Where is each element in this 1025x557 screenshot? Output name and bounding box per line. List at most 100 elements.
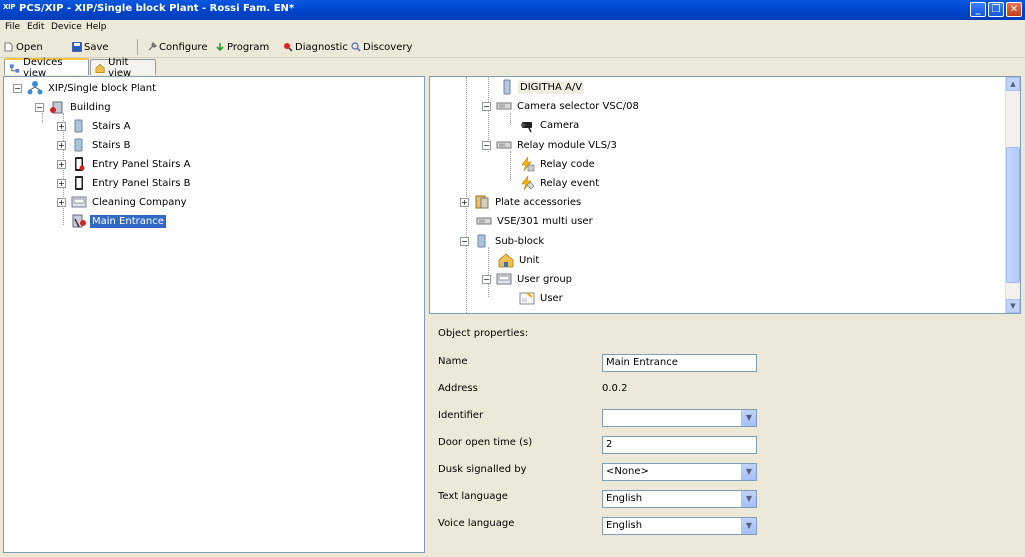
chevron-down-icon[interactable]: ▼ (741, 464, 756, 480)
tree-node-main-entrance[interactable]: Main Entrance (71, 212, 166, 230)
close-button[interactable]: ✕ (1006, 2, 1022, 17)
tree-label-digitha: DIGITHA A/V (518, 80, 585, 94)
address-value: 0.0.2 (602, 383, 628, 394)
view-tabs: Devices view Unit view (0, 57, 1025, 79)
voice-language-select[interactable]: English ▼ (602, 517, 757, 535)
tree-node-plate-accessories[interactable]: + Plate accessories (460, 193, 583, 211)
dusk-signalled-select[interactable]: <None> ▼ (602, 463, 757, 481)
diagnostic-button[interactable]: Diagnostic (283, 40, 348, 54)
tree-label-vse: VSE/301 multi user (497, 215, 593, 227)
tree-node-cleaning-company[interactable]: + Cleaning Company (57, 193, 189, 211)
tab-unit-view[interactable]: Unit view (90, 57, 156, 79)
menu-file[interactable]: File (5, 22, 20, 32)
devices-view-icon (9, 63, 20, 73)
plate-accessories-icon (475, 195, 489, 209)
menu-edit[interactable]: Edit (27, 22, 44, 32)
tree-node-user-group[interactable]: − User group (482, 270, 574, 288)
expand-toggle[interactable]: + (57, 140, 66, 150)
tree-node-stairs-b[interactable]: + Stairs B (57, 136, 133, 154)
component-tree-panel: DIGITHA A/V − Camera selector VSC/08 Cam… (429, 76, 1021, 314)
address-label: Address (438, 383, 478, 394)
scroll-thumb[interactable] (1006, 147, 1020, 283)
vse-module-icon (476, 217, 492, 225)
program-button[interactable]: Program (215, 40, 269, 54)
collapse-toggle[interactable]: − (482, 140, 491, 150)
status-bar (0, 553, 1025, 557)
open-button[interactable]: Open (4, 40, 43, 54)
tree-label-sub-block: Sub-block (495, 235, 545, 247)
tab-devices-view[interactable]: Devices view (4, 57, 89, 79)
tree-label-relay-event: Relay event (540, 177, 600, 189)
program-icon (216, 43, 224, 52)
tree-node-user[interactable]: User (519, 289, 565, 307)
camera-icon (521, 122, 532, 133)
collapse-toggle[interactable]: − (35, 102, 44, 112)
relay-code-icon (521, 156, 535, 172)
text-language-select[interactable]: English ▼ (602, 490, 757, 508)
tree-node-entry-panel-a[interactable]: + Entry Panel Stairs A (57, 155, 192, 173)
scroll-down-arrow[interactable]: ▼ (1006, 299, 1020, 313)
entrance-icon (72, 214, 86, 228)
toolbar-separator (137, 39, 138, 55)
tree-node-vse[interactable]: VSE/301 multi user (476, 212, 595, 230)
chevron-down-icon[interactable]: ▼ (741, 491, 756, 507)
tree-label-user-group: User group (517, 273, 573, 285)
diagnostic-icon (284, 43, 293, 52)
dusk-signalled-label: Dusk signalled by (438, 464, 527, 475)
door-open-time-label: Door open time (s) (438, 437, 533, 448)
name-label: Name (438, 356, 468, 367)
expand-toggle[interactable]: + (57, 197, 66, 207)
expand-toggle[interactable]: + (57, 121, 66, 131)
tree-node-sub-block[interactable]: − Sub-block (460, 232, 546, 250)
discovery-button[interactable]: Discovery (351, 40, 412, 54)
expand-toggle[interactable]: + (57, 178, 66, 188)
tree-label-entry-panel-b: Entry Panel Stairs B (92, 177, 191, 189)
stairs-icon (74, 119, 83, 133)
tree-label-cleaning-company: Cleaning Company (92, 196, 187, 208)
tree-node-entry-panel-b[interactable]: + Entry Panel Stairs B (57, 174, 192, 192)
entry-panel-icon (75, 157, 85, 171)
voice-language-value: English (606, 520, 643, 531)
title-bar: XIP PCS/XIP - XIP/Single block Plant - R… (0, 0, 1025, 20)
vertical-scrollbar[interactable]: ▲ ▼ (1005, 77, 1020, 313)
collapse-toggle[interactable]: − (482, 101, 491, 111)
menu-help[interactable]: Help (86, 22, 107, 32)
tree-label-building: Building (70, 101, 111, 113)
door-open-time-field[interactable]: 2 (602, 436, 757, 454)
chevron-down-icon[interactable]: ▼ (741, 410, 756, 426)
tree-node-digitha[interactable]: DIGITHA A/V (485, 78, 585, 96)
tree-node-building[interactable]: − Building (35, 98, 113, 116)
tree-node-relay-module[interactable]: − Relay module VLS/3 (482, 136, 619, 154)
expand-toggle[interactable]: + (460, 197, 469, 207)
name-field[interactable]: Main Entrance (602, 354, 757, 372)
tree-label-camera: Camera (540, 119, 580, 131)
tree-node-stairs-a[interactable]: + Stairs A (57, 117, 133, 135)
module-icon (496, 141, 512, 149)
collapse-toggle[interactable]: − (482, 274, 491, 284)
menu-device[interactable]: Device (51, 22, 82, 32)
chevron-down-icon[interactable]: ▼ (741, 518, 756, 534)
identifier-select[interactable]: ▼ (602, 409, 757, 427)
scroll-up-arrow[interactable]: ▲ (1006, 77, 1020, 91)
toolbar: Open Save Configure Program Diagnostic D… (0, 36, 1025, 58)
minimize-button[interactable]: _ (970, 2, 986, 17)
discovery-icon (351, 42, 361, 52)
maximize-button[interactable]: ❐ (988, 2, 1004, 17)
expand-toggle[interactable]: + (57, 159, 66, 169)
tree-node-relay-code[interactable]: Relay code (519, 155, 597, 173)
tree-node-relay-event[interactable]: Relay event (519, 174, 601, 192)
tree-label-main-entrance: Main Entrance (90, 214, 166, 228)
diagnostic-label: Diagnostic (295, 41, 348, 53)
tree-node-plant[interactable]: − XIP/Single block Plant (13, 79, 158, 97)
properties-heading: Object properties: (438, 328, 529, 339)
collapse-toggle[interactable]: − (13, 83, 22, 93)
save-button[interactable]: Save (72, 40, 109, 54)
tree-node-unit[interactable]: Unit (498, 251, 541, 269)
configure-button[interactable]: Configure (147, 40, 207, 54)
tree-node-camera-selector[interactable]: − Camera selector VSC/08 (482, 97, 641, 115)
tree-node-camera[interactable]: Camera (519, 116, 581, 134)
discovery-label: Discovery (363, 41, 413, 53)
tree-connector (510, 151, 511, 181)
collapse-toggle[interactable]: − (460, 236, 469, 246)
text-language-label: Text language (438, 491, 508, 502)
